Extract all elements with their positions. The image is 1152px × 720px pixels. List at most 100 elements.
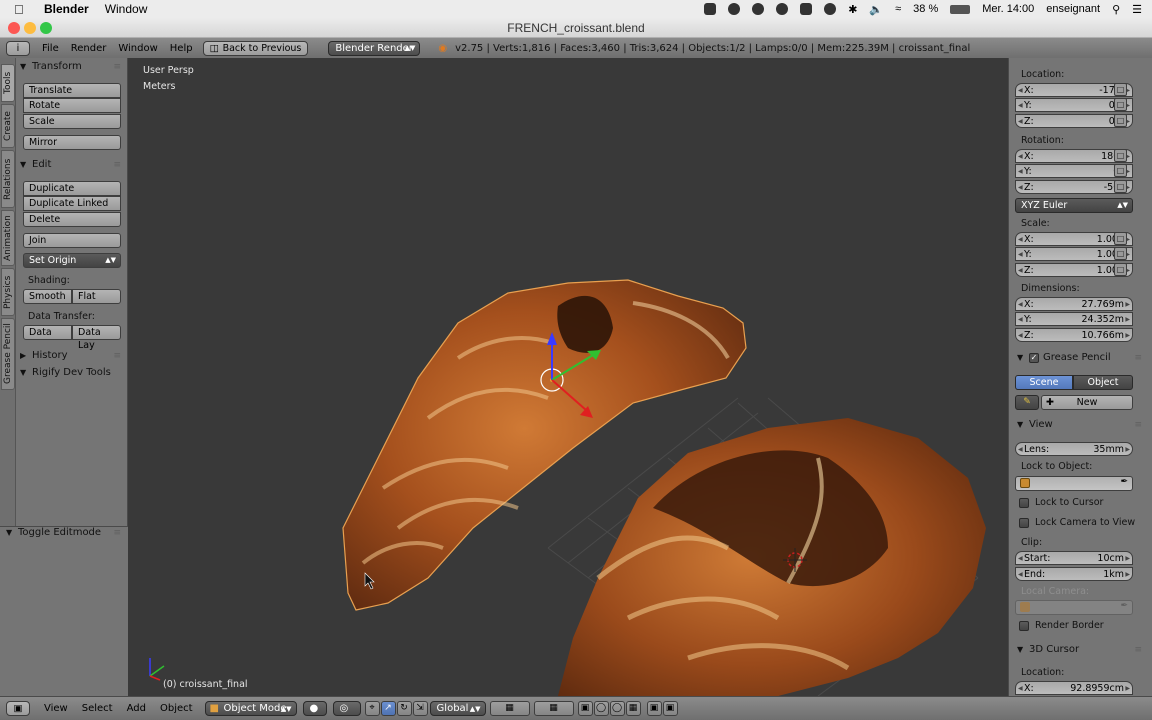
rotation-mode-dropdown[interactable]: XYZ Euler ▲▼ (1015, 198, 1133, 213)
dimensions-y-field[interactable]: ◀ Y: 24.352m ▶ (1015, 312, 1133, 326)
interaction-mode-dropdown[interactable]: ■ Object Mode ▲▼ (204, 701, 297, 716)
smooth-shading-button[interactable]: Smooth (23, 289, 72, 304)
menu-render[interactable]: Render (71, 43, 107, 54)
lock-to-cursor-checkbox[interactable] (1019, 498, 1029, 508)
dimensions-z-field[interactable]: ◀ Z: 10.766m ▶ (1015, 328, 1133, 342)
tab-create[interactable]: Create (1, 104, 15, 148)
delete-button[interactable]: Delete (23, 212, 121, 227)
panel-grip-icon[interactable]: ≡ (113, 351, 121, 361)
clip-start-field[interactable]: ◀ Start: 10cm ▶ (1015, 551, 1133, 565)
eyedropper-icon[interactable]: ✒ (1120, 477, 1128, 487)
close-window-button[interactable] (8, 22, 20, 34)
opengl-render-animation-icon[interactable]: ▣ (662, 701, 678, 716)
lock-layers-icon[interactable]: ▣ (577, 701, 593, 716)
transform-orientation-dropdown[interactable]: Global ▲▼ (429, 701, 486, 716)
flat-shading-button[interactable]: Flat (72, 289, 121, 304)
lock-location-z-icon[interactable]: □ (1114, 114, 1127, 127)
edit-panel-header[interactable]: ▼ Edit ≡ (20, 159, 124, 170)
data-transfer-button[interactable]: Data (23, 325, 72, 340)
snap-element-icon[interactable]: ▦ (625, 701, 641, 716)
lock-location-y-icon[interactable]: □ (1114, 98, 1127, 111)
lock-location-x-icon[interactable]: □ (1114, 83, 1127, 96)
bluetooth-icon[interactable]: ✱ (848, 3, 857, 16)
menu-help[interactable]: Help (170, 43, 193, 54)
viewport-shading-dropdown[interactable]: ● (302, 701, 327, 716)
lens-field[interactable]: ◀ Lens: 35mm ▶ (1015, 442, 1133, 456)
data-layout-button[interactable]: Data Lay (72, 325, 121, 351)
proportional-edit-icon[interactable]: ◯ (593, 701, 609, 716)
messenger-icon[interactable] (776, 3, 789, 15)
rotate-button[interactable]: Rotate (23, 98, 121, 113)
wifi-icon[interactable]: ≈ (895, 3, 901, 15)
scale-button[interactable]: Scale (23, 114, 121, 129)
battery-icon[interactable] (950, 4, 971, 14)
clip-end-field[interactable]: ◀ End: 1km ▶ (1015, 567, 1133, 581)
manipulator-toggle-icon[interactable]: ⌖ (364, 701, 380, 716)
panel-grip-icon[interactable]: ≡ (1134, 645, 1142, 655)
lock-rotation-y-icon[interactable]: □ (1114, 164, 1127, 177)
grease-pencil-enabled-checkbox[interactable]: ✓ (1029, 352, 1039, 363)
snap-toggle-icon[interactable]: ◯ (609, 701, 625, 716)
set-origin-dropdown[interactable]: Set Origin ▲▼ (23, 253, 121, 268)
pivot-point-dropdown[interactable]: ◎ (332, 701, 361, 716)
record-icon[interactable] (752, 3, 765, 15)
lock-scale-x-icon[interactable]: □ (1114, 232, 1127, 245)
layers-row-2-icon[interactable]: ▦ (533, 701, 574, 716)
duplicate-linked-button[interactable]: Duplicate Linked (23, 196, 121, 211)
mirror-button[interactable]: Mirror (23, 135, 121, 150)
cursor-x-field[interactable]: ◀ X: 92.8959cm ▶ (1015, 681, 1133, 695)
apple-icon[interactable]:  (14, 2, 32, 17)
zoom-window-button[interactable] (40, 22, 52, 34)
dropbox-icon[interactable] (704, 3, 717, 15)
volume-icon[interactable]: 🔈 (869, 3, 883, 16)
scale-manipulator-icon[interactable]: ⇲ (412, 701, 428, 716)
tab-grease-pencil[interactable]: Grease Pencil (1, 318, 15, 390)
app-menu-blender[interactable]: Blender (44, 2, 89, 16)
menu-view[interactable]: View (44, 703, 68, 714)
gp-scene-tab[interactable]: Scene (1015, 375, 1073, 390)
translate-button[interactable]: Translate (23, 83, 121, 98)
translate-manipulator-icon[interactable]: ↗ (380, 701, 396, 716)
airplay-icon[interactable] (800, 3, 813, 15)
clock[interactable]: Mer. 14:00 (982, 3, 1034, 15)
gp-new-button[interactable]: ✚ New (1041, 395, 1133, 410)
join-button[interactable]: Join (23, 233, 121, 248)
opengl-render-image-icon[interactable]: ▣ (646, 701, 662, 716)
menu-object[interactable]: Object (160, 703, 193, 714)
tab-animation[interactable]: Animation (1, 210, 15, 266)
lock-object-field[interactable]: ✒ (1015, 476, 1133, 491)
history-panel-header[interactable]: ▶ History ≡ (20, 350, 124, 361)
panel-grip-icon[interactable]: ≡ (113, 528, 121, 538)
rigify-panel-header[interactable]: ▼ Rigify Dev Tools (20, 367, 124, 378)
time-machine-icon[interactable] (824, 3, 837, 15)
lock-scale-y-icon[interactable]: □ (1114, 247, 1127, 260)
menu-select[interactable]: Select (82, 703, 113, 714)
3d-viewport[interactable]: User Persp Meters (0) croissant_final (128, 58, 1008, 696)
panel-grip-icon[interactable]: ≡ (1134, 420, 1142, 430)
lock-camera-checkbox[interactable] (1019, 518, 1029, 528)
menu-add[interactable]: Add (127, 703, 146, 714)
menu-window[interactable]: Window (118, 43, 157, 54)
user-name[interactable]: enseignant (1046, 3, 1100, 15)
lock-rotation-x-icon[interactable]: □ (1114, 149, 1127, 162)
transform-panel-header[interactable]: ▼ Transform ≡ (20, 61, 124, 72)
rotate-manipulator-icon[interactable]: ↻ (396, 701, 412, 716)
3d-cursor-panel-header[interactable]: ▼ 3D Cursor ≡ (1017, 644, 1145, 655)
menu-window[interactable]: Window (105, 2, 148, 16)
notification-center-icon[interactable]: ☰ (1132, 3, 1142, 16)
menu-file[interactable]: File (42, 43, 59, 54)
lock-scale-z-icon[interactable]: □ (1114, 263, 1127, 276)
layers-row-1-icon[interactable]: ▦ (489, 701, 530, 716)
minimize-window-button[interactable] (24, 22, 36, 34)
toggle-editmode-header[interactable]: ▼ Toggle Editmode ≡ (6, 527, 124, 538)
tab-tools[interactable]: Tools (1, 64, 15, 102)
drive-icon[interactable] (728, 3, 741, 15)
spotlight-search-icon[interactable]: ⚲ (1112, 3, 1120, 16)
battery-percent[interactable]: 38 % (913, 3, 938, 15)
dimensions-x-field[interactable]: ◀ X: 27.769m ▶ (1015, 297, 1133, 311)
editor-type-info-icon[interactable]: i (6, 40, 30, 56)
view-panel-header[interactable]: ▼ View ≡ (1017, 419, 1145, 430)
gp-object-tab[interactable]: Object (1073, 375, 1133, 390)
duplicate-button[interactable]: Duplicate (23, 181, 121, 196)
lock-rotation-z-icon[interactable]: □ (1114, 180, 1127, 193)
